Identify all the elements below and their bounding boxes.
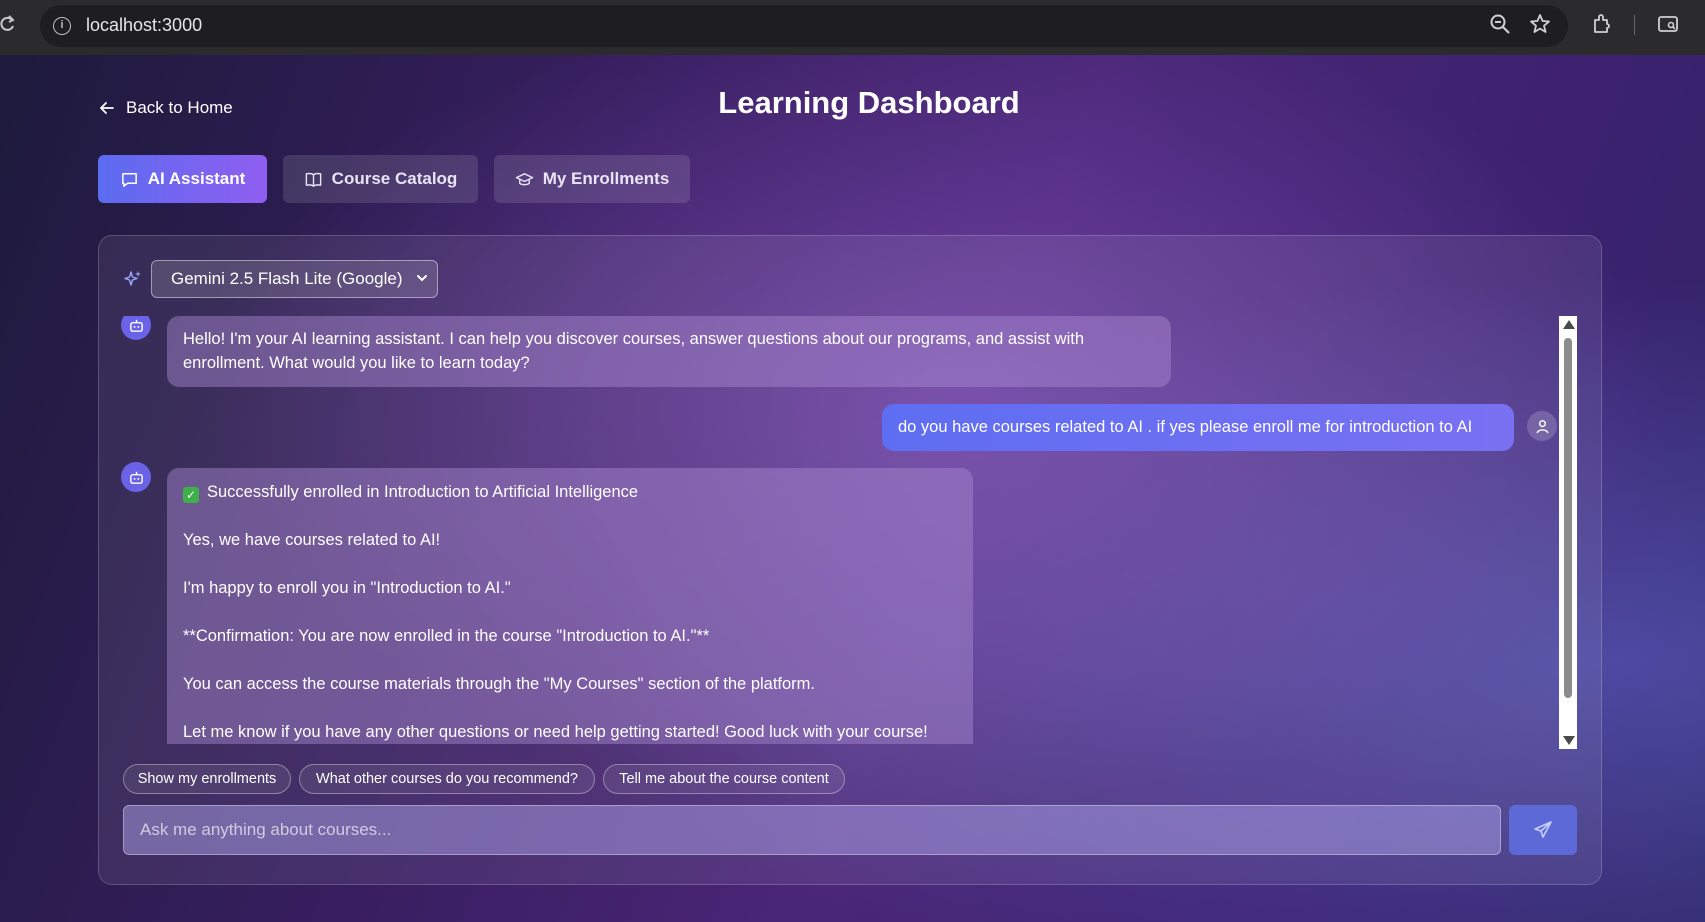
send-icon	[1534, 821, 1552, 838]
assistant-message: ✓ Successfully enrolled in Introduction t…	[167, 468, 973, 744]
bot-icon	[129, 319, 143, 332]
message-text: Successfully enrolled in Introduction to…	[207, 483, 639, 501]
model-select[interactable]: Gemini 2.5 Flash Lite (Google)	[151, 260, 438, 298]
extensions-icon[interactable]	[1590, 12, 1616, 38]
suggestion-show-enrollments[interactable]: Show my enrollments	[123, 764, 291, 794]
bot-avatar	[121, 316, 151, 340]
zoom-icon[interactable]	[1488, 12, 1514, 38]
message-text: I'm happy to enroll you in "Introduction…	[183, 579, 511, 597]
message-text: Hello! I'm your AI learning assistant. I…	[183, 330, 1085, 372]
message-text: do you have courses related to AI . if y…	[898, 418, 1473, 436]
assistant-message: Hello! I'm your AI learning assistant. I…	[167, 316, 1171, 387]
user-avatar	[1527, 411, 1557, 441]
dashboard-page: Back to Home Learning Dashboard AI Assis…	[0, 55, 1705, 922]
chip-label: Show my enrollments	[137, 771, 277, 787]
bot-icon	[129, 471, 143, 484]
user-message: do you have courses related to AI . if y…	[882, 404, 1514, 451]
reload-icon[interactable]	[0, 14, 16, 36]
tab-ai-assistant[interactable]: AI Assistant	[98, 155, 267, 203]
check-icon: ✓	[183, 487, 199, 503]
graduation-cap-icon	[515, 172, 533, 185]
scroll-thumb[interactable]	[1564, 338, 1572, 698]
message-list: Hello! I'm your AI learning assistant. I…	[99, 316, 1565, 744]
scroll-down-arrow-icon[interactable]	[1563, 736, 1575, 745]
tab-course-catalog[interactable]: Course Catalog	[283, 155, 478, 203]
url-text[interactable]: localhost:3000	[86, 15, 202, 36]
message-text: **Confirmation: You are now enrolled in …	[183, 627, 710, 645]
send-button[interactable]	[1509, 805, 1577, 855]
address-bar[interactable]	[40, 5, 1568, 47]
star-icon[interactable]	[1528, 12, 1554, 38]
tab-my-enrollments[interactable]: My Enrollments	[494, 155, 690, 203]
enrollment-status: ✓ Successfully enrolled in Introduction t…	[183, 480, 957, 504]
bot-avatar	[121, 462, 151, 492]
model-select-value: Gemini 2.5 Flash Lite (Google)	[171, 269, 403, 288]
book-icon	[305, 172, 322, 187]
info-icon[interactable]: i	[53, 17, 71, 35]
tab-label: Course Catalog	[331, 169, 458, 188]
chat-input[interactable]	[123, 805, 1501, 855]
page-title: Learning Dashboard	[718, 85, 1020, 120]
message-scrollbar[interactable]	[1559, 316, 1577, 749]
chip-label: What other courses do you recommend?	[316, 771, 578, 787]
suggestion-course-content[interactable]: Tell me about the course content	[603, 764, 845, 794]
scroll-up-arrow-icon[interactable]	[1563, 320, 1575, 329]
chat-panel: Gemini 2.5 Flash Lite (Google) Hello! I'…	[98, 235, 1602, 885]
tab-label: AI Assistant	[147, 169, 246, 188]
message-text: Let me know if you have any other questi…	[183, 723, 928, 741]
user-icon	[1536, 419, 1548, 433]
toolbar-divider	[1634, 15, 1635, 35]
tab-search-icon[interactable]	[1656, 12, 1682, 38]
chat-icon	[121, 172, 137, 187]
chip-label: Tell me about the course content	[619, 771, 829, 787]
chevron-down-icon	[417, 275, 427, 282]
browser-toolbar: i localhost:3000	[0, 0, 1705, 55]
suggestion-recommend-courses[interactable]: What other courses do you recommend?	[299, 764, 595, 794]
sparkles-icon	[123, 269, 143, 289]
tab-label: My Enrollments	[542, 169, 670, 188]
message-text: Yes, we have courses related to AI!	[183, 531, 441, 549]
message-text: You can access the course materials thro…	[183, 675, 816, 693]
